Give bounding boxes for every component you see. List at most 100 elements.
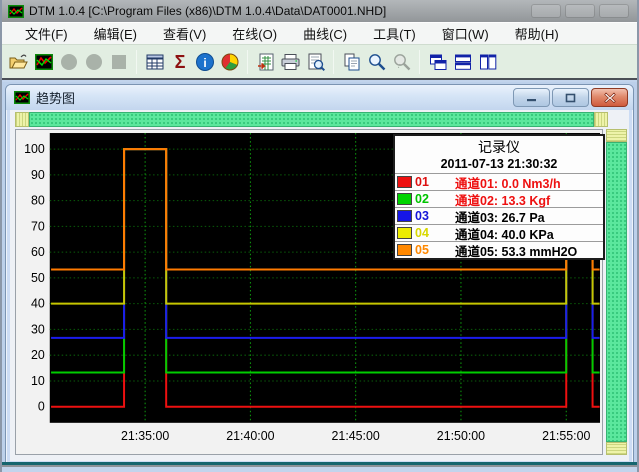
menu-item-view[interactable]: 查看(V) [150,22,219,45]
info-button[interactable]: i [192,49,217,75]
child-minimize-button[interactable] [513,88,550,107]
toolbar-separator [419,50,420,74]
child-title-bar: 趋势图 [6,85,633,110]
record-start-icon [59,52,79,72]
y-tick-label: 40 [31,297,45,311]
y-tick-label: 90 [31,168,45,182]
channel-color-swatch [397,176,412,188]
menu-item-curve[interactable]: 曲线(C) [290,22,360,45]
pie-chart-icon [220,52,240,72]
channel-color-swatch [397,244,412,256]
minimize-button[interactable] [531,4,561,18]
pie-chart-button[interactable] [217,49,242,75]
toolbar: Σi [2,44,637,80]
horizontal-scroll-track[interactable] [29,112,594,127]
legend-row-channel-05: 05通道05: 53.3 mmH2O [395,241,603,258]
channel-color-swatch [397,227,412,239]
zoom-out-icon [392,52,412,72]
cascade-windows-button[interactable] [425,49,450,75]
minimize-icon [526,94,538,102]
close-button[interactable] [599,4,629,18]
vertical-scrollbar[interactable] [606,129,627,455]
zoom-in-icon [367,52,387,72]
cascade-windows-icon [428,52,448,72]
print-preview-icon [306,52,326,72]
x-tick-label: 21:55:00 [542,429,590,443]
channel-value-text: 通道05: 53.3 mmH2O [455,241,577,260]
chart-panel: 010203040506070809010021:35:0021:40:0021… [15,129,603,455]
scroll-down-button[interactable] [606,442,627,455]
horizontal-scrollbar[interactable] [15,112,608,127]
y-tick-label: 50 [31,271,45,285]
toolbar-separator [136,50,137,74]
tile-horizontal-button[interactable] [450,49,475,75]
tile-vertical-button[interactable] [475,49,500,75]
title-bar: DTM 1.0.4 [C:\Program Files (x86)\DTM 1.… [2,0,637,22]
print-button[interactable] [278,49,303,75]
close-icon [604,92,616,103]
export-excel-button[interactable] [253,49,278,75]
trend-view-icon [34,52,54,72]
sum-sigma-icon: Σ [170,52,190,72]
child-close-button[interactable] [591,88,628,107]
svg-text:i: i [203,56,206,70]
scroll-up-button[interactable] [606,129,627,142]
y-tick-label: 70 [31,219,45,233]
child-body: 010203040506070809010021:35:0021:40:0021… [10,110,629,461]
menu-bar: 文件(F)编辑(E)查看(V)在线(O)曲线(C)工具(T)窗口(W)帮助(H) [2,22,637,44]
window-bottom-edge [2,465,637,467]
menu-item-window[interactable]: 窗口(W) [429,22,502,45]
record-pause-button [81,49,106,75]
vertical-scroll-track[interactable] [606,142,627,442]
sum-sigma-button[interactable]: Σ [167,49,192,75]
app-window: DTM 1.0.4 [C:\Program Files (x86)\DTM 1.… [0,0,639,472]
channel-color-swatch [397,193,412,205]
legend-title: 记录仪 [395,136,603,157]
child-restore-button[interactable] [552,88,589,107]
open-file-button[interactable] [6,49,31,75]
y-tick-label: 10 [31,374,45,388]
channel-number: 02 [415,192,441,206]
y-tick-label: 80 [31,194,45,208]
y-tick-label: 60 [31,245,45,259]
record-stop-icon [109,52,129,72]
legend-row-channel-02: 02通道02: 13.3 Kgf [395,190,603,207]
info-icon: i [195,52,215,72]
y-tick-label: 30 [31,322,45,336]
svg-text:Σ: Σ [174,52,185,72]
channel-number: 01 [415,175,441,189]
copy-button[interactable] [339,49,364,75]
record-pause-icon [84,52,104,72]
legend-row-channel-03: 03通道03: 26.7 Pa [395,207,603,224]
menu-item-tools[interactable]: 工具(T) [360,22,429,45]
print-preview-button[interactable] [303,49,328,75]
child-window-title: 趋势图 [36,88,75,107]
menu-item-edit[interactable]: 编辑(E) [81,22,150,45]
zoom-in-button[interactable] [364,49,389,75]
open-file-icon [8,52,29,72]
export-excel-icon [256,52,276,72]
channel-number: 04 [415,226,441,240]
restore-icon [565,93,576,103]
zoom-out-button [389,49,414,75]
y-tick-label: 100 [24,142,45,156]
menu-item-file[interactable]: 文件(F) [12,22,81,45]
copy-icon [342,52,362,72]
legend-row-channel-01: 01通道01: 0.0 Nm3/h [395,173,603,190]
y-tick-label: 0 [38,400,45,414]
menu-item-online[interactable]: 在线(O) [219,22,290,45]
y-tick-label: 20 [31,348,45,362]
data-table-button[interactable] [142,49,167,75]
trend-view-button[interactable] [31,49,56,75]
maximize-button[interactable] [565,4,595,18]
scroll-left-button[interactable] [15,112,29,127]
legend-box: 记录仪 2011-07-13 21:30:32 01通道01: 0.0 Nm3/… [393,134,605,260]
mdi-area: 趋势图 [2,82,637,467]
x-tick-label: 21:40:00 [226,429,274,443]
channel-number: 03 [415,209,441,223]
scroll-right-button[interactable] [594,112,608,127]
x-tick-label: 21:35:00 [121,429,169,443]
window-title: DTM 1.0.4 [C:\Program Files (x86)\DTM 1.… [29,4,386,18]
menu-item-help[interactable]: 帮助(H) [502,22,572,45]
channel-color-swatch [397,210,412,222]
